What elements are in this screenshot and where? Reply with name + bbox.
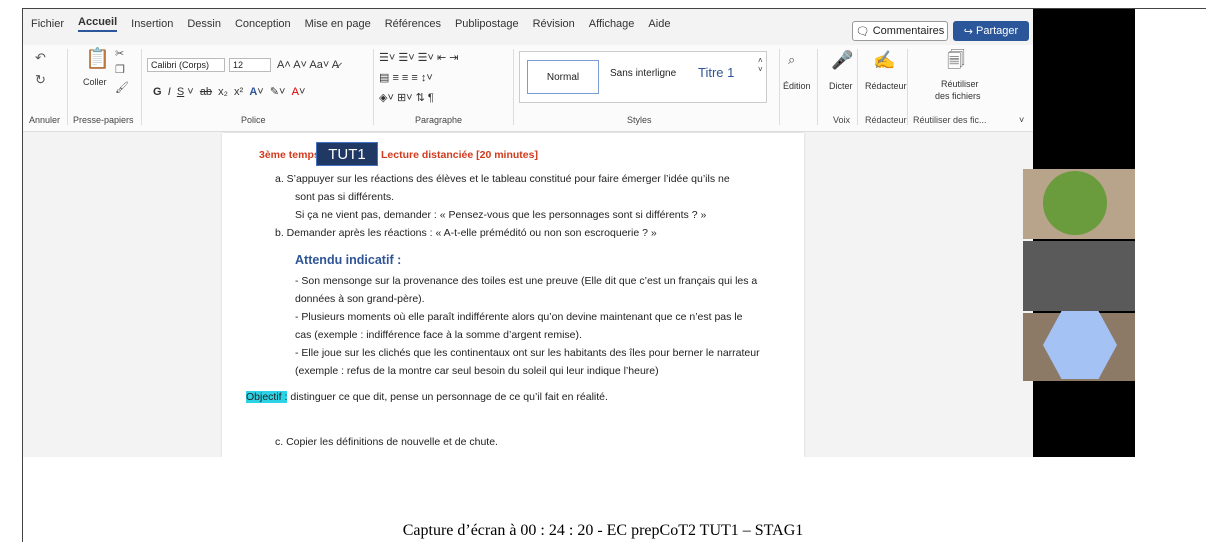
paste-icon[interactable]: 📋 [85, 49, 110, 69]
doc-item-a-line3: Si ça ne vient pas, demander : « Pensez-… [295, 209, 707, 221]
group-label-voice: Voix [833, 115, 851, 125]
doc-heading-prefix: 3ème temps [259, 149, 320, 161]
doc-attendu-line4: cas (exemple : indifférence face à la so… [295, 329, 582, 341]
doc-item-a-line1: a. S’appuyer sur les réactions des élève… [275, 173, 730, 185]
participant-tile-2[interactable] [1023, 241, 1135, 311]
redo-icon[interactable]: ↻ [35, 73, 46, 86]
figure-caption: Capture d’écran à 00 : 24 : 20 - EC prep… [402, 522, 804, 539]
tab-references[interactable]: Références [385, 18, 441, 30]
tab-aide[interactable]: Aide [648, 18, 670, 30]
separator [857, 49, 858, 125]
font-format-icons[interactable]: G I S ˅ ab x₂ x² A˅ ✎˅ A˅ [153, 85, 305, 98]
group-label-clipboard: Presse-papiers [73, 115, 134, 125]
doc-heading-rest: Lecture distanciée [20 minutes] [381, 149, 538, 161]
copy-icon[interactable]: ❐ [115, 65, 125, 76]
undo-icon[interactable]: ↶ [35, 51, 46, 64]
style-title1[interactable]: Titre 1 [698, 65, 734, 80]
separator [817, 49, 818, 125]
tab-insertion[interactable]: Insertion [131, 18, 173, 30]
doc-attendu-line2: données à son grand-père). [295, 293, 425, 305]
group-label-styles: Styles [627, 115, 652, 125]
participant-tile-3[interactable] [1023, 311, 1135, 381]
reuse-button-label-2[interactable]: des fichiers [935, 91, 981, 101]
styles-scroll-icon[interactable]: ˄ ˅ [758, 56, 763, 74]
participant-avatar-circle [1043, 171, 1107, 235]
tab-mise-en-page[interactable]: Mise en page [305, 18, 371, 30]
share-button[interactable]: ↪ Partager [953, 21, 1029, 41]
doc-objective: Objectif : distinguer ce que dit, pense … [246, 391, 608, 403]
separator [141, 49, 142, 125]
microphone-icon[interactable]: 🎤 [831, 51, 853, 69]
comments-label: Commentaires [872, 25, 945, 37]
reuse-files-icon[interactable]: 🗐 [947, 51, 965, 69]
share-icon: ↪ [963, 25, 973, 38]
separator [513, 49, 514, 125]
ribbon-collapse-icon[interactable]: ˅ [1019, 115, 1024, 125]
reuse-button-label-1[interactable]: Réutiliser [941, 79, 979, 89]
group-label-editor: Rédacteur [865, 115, 907, 125]
font-grow-icon[interactable]: A˄ A˅ Aa˅ A̷ [277, 59, 339, 71]
comment-icon: 🗨 [855, 25, 870, 38]
group-label-reuse: Réutiliser des fic... [913, 115, 987, 125]
comments-button[interactable]: 🗨 Commentaires [852, 21, 948, 41]
separator [907, 49, 908, 125]
screenshot: Fichier Accueil Insertion Dessin Concept… [23, 9, 1135, 457]
share-label: Partager [976, 25, 1019, 37]
objective-text: distinguer ce que dit, pense un personna… [287, 391, 608, 403]
participant-avatar-hexagon [1043, 311, 1117, 379]
tab-publipostage[interactable]: Publipostage [455, 18, 519, 30]
font-size-select[interactable]: 12 [229, 58, 271, 72]
style-no-spacing[interactable]: Sans interligne [610, 68, 676, 79]
editor-icon[interactable]: ✍ [873, 51, 895, 69]
paste-button-label[interactable]: Coller [83, 77, 107, 87]
group-label-font: Police [241, 115, 266, 125]
font-name-select[interactable]: Calibri (Corps) [147, 58, 225, 72]
tab-revision[interactable]: Révision [533, 18, 575, 30]
tab-dessin[interactable]: Dessin [187, 18, 221, 30]
tut1-badge: TUT1 [316, 142, 378, 166]
objective-label: Objectif : [246, 391, 288, 403]
style-normal[interactable]: Normal [527, 60, 599, 94]
tab-accueil[interactable]: Accueil [78, 16, 118, 32]
group-label-undo: Annuler [29, 115, 61, 125]
shading-border-icons[interactable]: ◈˅ ⊞˅ ⇅ ¶ [379, 91, 434, 104]
doc-item-a-line2: sont pas si différents. [295, 191, 395, 203]
separator [373, 49, 374, 125]
cut-icon[interactable]: ✂ [115, 49, 124, 60]
separator [779, 49, 780, 125]
editor-button-label[interactable]: Rédacteur [865, 81, 907, 91]
doc-attendu-line1: - Son mensonge sur la provenance des toi… [295, 275, 758, 287]
search-icon[interactable]: ⌕ [788, 53, 795, 66]
tab-fichier[interactable]: Fichier [31, 18, 64, 30]
doc-attendu-title: Attendu indicatif : [295, 253, 402, 267]
separator [67, 49, 68, 125]
doc-attendu-line5: - Elle joue sur les clichés que les cont… [295, 347, 760, 359]
participant-tile-1[interactable] [1023, 169, 1135, 239]
edit-button-label[interactable]: Édition [783, 81, 811, 91]
align-icons[interactable]: ▤ ≡ ≡ ≡ ↕˅ [379, 71, 433, 84]
tab-conception[interactable]: Conception [235, 18, 291, 30]
list-icons[interactable]: ☰˅ ☰˅ ☰˅ ⇤ ⇥ [379, 51, 459, 64]
doc-attendu-line3: - Plusieurs moments où elle paraît indif… [295, 311, 743, 323]
group-label-paragraph: Paragraphe [415, 115, 463, 125]
styles-gallery: Normal Sans interligne Titre 1 ˄ ˅ [519, 51, 767, 103]
dictate-button-label[interactable]: Dicter [829, 81, 853, 91]
doc-item-b: b. Demander après les réactions : « A-t-… [275, 227, 657, 239]
ribbon: ↶ ↻ Annuler 📋 Coller ✂ ❐ 🖌 Presse-papier… [23, 45, 1033, 132]
tab-affichage[interactable]: Affichage [589, 18, 635, 30]
doc-attendu-line6: (exemple : refus de la montre car seul b… [295, 365, 659, 377]
format-painter-icon[interactable]: 🖌 [115, 83, 129, 94]
doc-item-c: c. Copier les définitions de nouvelle et… [275, 436, 498, 448]
